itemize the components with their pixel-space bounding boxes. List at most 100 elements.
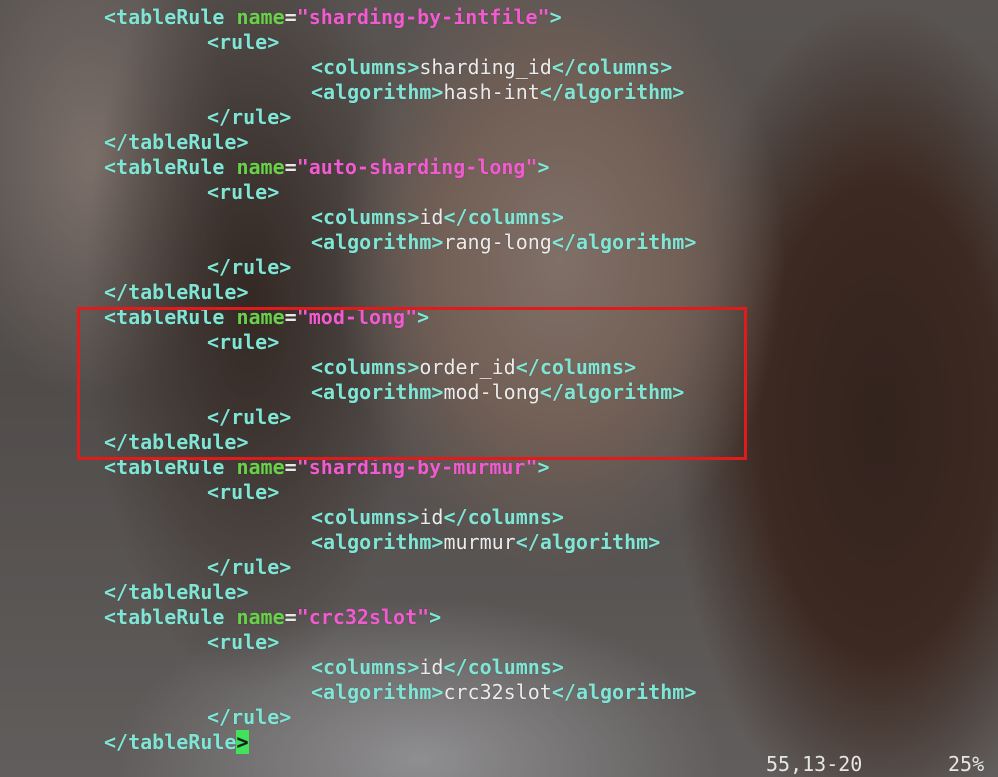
code-line[interactable]: <algorithm>hash-int</algorithm> [311, 80, 684, 105]
closing-tag-name: rule [231, 105, 280, 129]
element-text: id [419, 205, 444, 229]
string-quote: " [296, 5, 309, 29]
closing-tag-name: algorithm [575, 680, 685, 704]
tag-bracket: > [549, 5, 562, 29]
tag-bracket: > [551, 205, 564, 229]
tag-bracket: </ [207, 705, 232, 729]
code-line[interactable]: <rule> [207, 180, 279, 205]
tag-bracket: </ [104, 730, 129, 754]
text-cursor: > [236, 730, 249, 754]
tag-name: columns [323, 55, 408, 79]
tag-name: algorithm [323, 80, 432, 104]
tag-bracket: </ [207, 105, 232, 129]
element-text: hash-int [443, 80, 540, 104]
closing-tag-name: tableRule [128, 130, 237, 154]
tag-bracket: < [311, 80, 324, 104]
attribute-equals: = [284, 155, 297, 179]
tag-bracket: > [660, 55, 673, 79]
tag-bracket: < [207, 180, 220, 204]
code-line[interactable]: <rule> [207, 630, 279, 655]
code-line[interactable]: </rule> [207, 705, 291, 730]
tag-bracket: </ [207, 555, 232, 579]
code-line[interactable]: <tableRule name="auto-sharding-long"> [104, 155, 550, 180]
string-quote: " [525, 155, 538, 179]
tag-bracket: > [551, 505, 564, 529]
tag-bracket: </ [443, 655, 468, 679]
attribute-value: sharding-by-intfile [308, 5, 538, 29]
tag-bracket: </ [551, 230, 576, 254]
tag-bracket: < [207, 480, 220, 504]
element-text: sharding_id [419, 55, 552, 79]
code-line[interactable]: <tableRule name="sharding-by-intfile"> [104, 5, 562, 30]
code-line[interactable]: <algorithm>murmur</algorithm> [311, 530, 660, 555]
code-line[interactable]: <rule> [207, 30, 279, 55]
tag-bracket: > [407, 205, 420, 229]
code-line[interactable]: <tableRule name="crc32slot"> [104, 605, 441, 630]
tag-bracket: < [207, 630, 220, 654]
closing-tag-name: algorithm [575, 230, 685, 254]
tag-bracket: > [684, 680, 697, 704]
string-quote: " [296, 155, 309, 179]
tag-bracket: > [407, 505, 420, 529]
tag-bracket: > [407, 655, 420, 679]
tag-bracket: < [104, 5, 117, 29]
tag-bracket: > [431, 530, 444, 554]
tag-bracket: > [431, 680, 444, 704]
string-quote: " [296, 605, 309, 629]
tag-bracket: < [311, 205, 324, 229]
closing-tag-name: rule [231, 705, 280, 729]
scroll-percent: 25% [948, 752, 985, 776]
closing-tag-name: algorithm [539, 530, 649, 554]
tag-bracket: > [267, 480, 280, 504]
closing-tag-name: rule [231, 255, 280, 279]
element-text: id [419, 505, 444, 529]
tag-bracket: </ [551, 680, 576, 704]
closing-tag-name: tableRule [128, 580, 237, 604]
code-line[interactable]: <columns>id</columns> [311, 505, 564, 530]
tag-name: algorithm [323, 530, 432, 554]
attribute-value: auto-sharding-long [308, 155, 526, 179]
tag-bracket: </ [539, 80, 564, 104]
tag-bracket: > [267, 30, 280, 54]
tag-name: rule [219, 180, 268, 204]
tag-bracket: < [311, 55, 324, 79]
tag-bracket: </ [551, 55, 576, 79]
code-line[interactable]: </tableRule> [104, 280, 249, 305]
code-line[interactable]: </tableRule> [104, 130, 249, 155]
tag-bracket: > [431, 80, 444, 104]
code-line[interactable]: <rule> [207, 480, 279, 505]
tag-name: columns [323, 655, 408, 679]
cursor-position: 55,13-20 [766, 752, 863, 776]
element-text: murmur [443, 530, 516, 554]
tag-bracket: < [311, 530, 324, 554]
closing-tag-name: tableRule [128, 280, 237, 304]
code-line[interactable]: </tableRule> [104, 580, 249, 605]
attribute-name: name [236, 155, 285, 179]
code-line[interactable]: </rule> [207, 255, 291, 280]
tag-name: tableRule [116, 5, 225, 29]
code-line[interactable]: <columns>id</columns> [311, 655, 564, 680]
tag-bracket: > [537, 155, 550, 179]
closing-tag-name: columns [467, 205, 552, 229]
closing-tag-name: columns [467, 655, 552, 679]
code-line[interactable]: <algorithm>rang-long</algorithm> [311, 230, 696, 255]
code-line[interactable]: </rule> [207, 555, 291, 580]
tag-bracket: > [407, 55, 420, 79]
code-line[interactable]: <columns>id</columns> [311, 205, 564, 230]
tag-bracket: > [279, 255, 292, 279]
attribute-equals: = [284, 605, 297, 629]
tag-bracket: </ [443, 205, 468, 229]
tag-bracket: > [267, 630, 280, 654]
tag-bracket: < [311, 680, 324, 704]
tag-bracket: > [279, 555, 292, 579]
attribute-value: crc32slot [308, 605, 418, 629]
element-text: rang-long [443, 230, 552, 254]
code-line[interactable]: <algorithm>crc32slot</algorithm> [311, 680, 696, 705]
terminal-window[interactable]: <tableRule name="sharding-by-intfile"> <r… [0, 0, 998, 777]
tag-name: algorithm [323, 680, 432, 704]
code-line[interactable]: <columns>sharding_id</columns> [311, 55, 672, 80]
code-line[interactable]: </rule> [207, 105, 291, 130]
tag-bracket: > [236, 580, 249, 604]
tag-bracket: < [311, 505, 324, 529]
attribute-name: name [236, 605, 285, 629]
